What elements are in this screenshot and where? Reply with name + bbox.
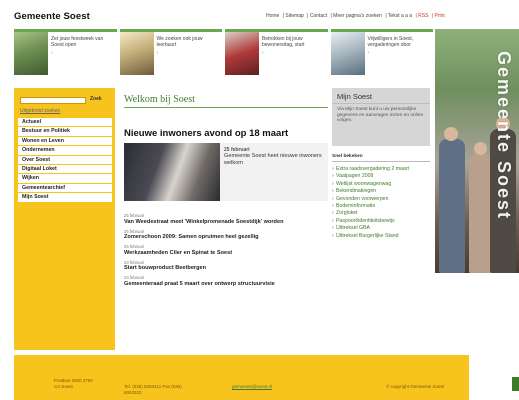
photo-person-head — [474, 142, 487, 155]
news-item[interactable]: 25 februari Werkzaamheden Ciler en Spina… — [124, 244, 328, 257]
footer-copyright: © copyright Gemeente Soest — [386, 384, 444, 389]
quick-link[interactable]: Bekendmakingen — [332, 188, 430, 196]
advanced-search-link[interactable]: Uitgebreid zoeken — [20, 108, 60, 114]
news-list: 25 februari Van Weedestraat meet 'Winkel… — [124, 213, 328, 288]
vertical-banner-title: Gemeente Soest — [494, 51, 514, 221]
news-title[interactable]: Start bouwproduct Beetbergen — [124, 265, 328, 272]
news-item[interactable]: 23 februari Start bouwproduct Beetbergen — [124, 260, 328, 273]
headline[interactable]: Nieuwe inwoners avond op 18 maart — [124, 128, 328, 139]
quick-link[interactable]: Paspoort/identiteitsbewijs — [332, 218, 430, 226]
quick-link[interactable]: Vaalpagen 2009 — [332, 173, 430, 181]
quick-links: Snel bekeken Extra raadsvergadering 2 ma… — [332, 154, 430, 240]
promo-text: We zoeken ook jouw leerbuurt — [156, 36, 203, 48]
side-banner-photo: Gemeente Soest — [435, 29, 519, 273]
news-item[interactable]: 25 februari Van Weedestraat meet 'Winkel… — [124, 213, 328, 226]
quick-link[interactable]: Gevonden voorwerpen — [332, 196, 430, 204]
news-item[interactable]: 23 februari Gemeenteraad praat 5 maart o… — [124, 275, 328, 288]
mijn-soest-box[interactable]: Mijn Soest Via Mijn Soest kunt u uw pers… — [332, 88, 430, 146]
search-row: Zoek — [20, 96, 112, 104]
menu-item-gemeentearchief[interactable]: Gemeentearchief — [18, 184, 112, 194]
menu-item-digitaal-loket[interactable]: Digitaal Loket — [18, 165, 112, 175]
footer-address: Postbus 2000 3760 CA Soest — [54, 378, 93, 389]
promo-card[interactable]: Zet jouw feestweek van Soest open › — [14, 29, 117, 75]
quick-link[interactable]: Zorgloket — [332, 210, 430, 218]
mijn-soest-title[interactable]: Mijn Soest — [332, 88, 430, 104]
nav-contact[interactable]: | Contact — [307, 13, 327, 19]
menu-item-mijn-soest[interactable]: Mijn Soest — [18, 193, 112, 203]
nav-sitemap[interactable]: | Sitemap — [283, 13, 304, 19]
promo-text: Vrijwilligers in Soest, vergaderingen do… — [367, 36, 414, 48]
promo-image — [330, 32, 365, 75]
menu-item-over-soest[interactable]: Over Soest — [18, 156, 112, 165]
menu-item-wonen[interactable]: Wonen en Leven — [18, 137, 112, 147]
quick-links-heading: Snel bekeken — [332, 154, 430, 162]
top-nav: Home | Sitemap | Contact | Meer pagina's… — [266, 13, 447, 19]
footer-email-link[interactable]: gemeente@soest.nl — [232, 384, 292, 390]
quick-link[interactable]: Extra raadsvergadering 2 maart — [332, 166, 430, 174]
main-content: Welkom bij Soest Nieuwe inwoners avond o… — [124, 94, 328, 291]
menu-item-wijken[interactable]: Wijken — [18, 174, 112, 184]
search-button[interactable]: Zoek — [90, 96, 102, 102]
menu-item-bestuur[interactable]: Bestuur en Politiek — [18, 127, 112, 137]
photo-person-head — [444, 127, 458, 141]
photo-person — [439, 139, 465, 273]
promo-image — [225, 32, 259, 75]
edge-marker — [512, 377, 519, 391]
nav-search-pages[interactable]: | Meer pagina's zoeken — [330, 13, 381, 19]
main-menu: Actueel Bestuur en Politiek Wonen en Lev… — [18, 118, 112, 203]
promo-text: Betrokken bij jouw bewonersdag, start — [262, 36, 305, 48]
promo-card[interactable]: Vrijwilligers in Soest, vergaderingen do… — [330, 29, 433, 75]
menu-item-ondernemen[interactable]: Ondernemen — [18, 146, 112, 156]
nav-home[interactable]: Home — [266, 13, 279, 19]
promo-link[interactable]: › — [368, 50, 431, 56]
quick-link[interactable]: Bodeminformatie — [332, 203, 430, 211]
header: Gemeente Soest Home | Sitemap | Contact … — [0, 0, 519, 28]
promo-link[interactable]: › — [262, 50, 325, 56]
promo-card[interactable]: We zoeken ook jouw leerbuurt › — [119, 29, 222, 75]
nav-rss[interactable]: | RSS — [415, 13, 428, 19]
news-title[interactable]: Van Weedestraat meet 'Winkelpromenade So… — [124, 219, 328, 226]
nav-print[interactable]: | Print — [432, 13, 445, 19]
promo-link[interactable]: › — [157, 50, 220, 56]
news-title[interactable]: Werkzaamheden Ciler en Spinat te Soest — [124, 250, 328, 257]
menu-item-actueel[interactable]: Actueel — [18, 118, 112, 128]
footer: Postbus 2000 3760 CA Soest Tel. (035) 60… — [14, 355, 469, 400]
page-title: Welkom bij Soest — [124, 94, 328, 108]
news-item[interactable]: 25 februari Zomerschoon 2009: Samen opru… — [124, 229, 328, 242]
quick-link[interactable]: Uittreksel GBA — [332, 225, 430, 233]
promo-card[interactable]: Betrokken bij jouw bewonersdag, start › — [225, 29, 328, 75]
promo-strip: Zet jouw feestweek van Soest open › We zo… — [14, 29, 433, 75]
promo-image — [119, 32, 154, 75]
feature-photo — [124, 143, 220, 201]
feature-text[interactable]: Gemeente Soest heet nieuwe inwoners welk… — [224, 153, 324, 167]
quick-link[interactable]: Uittreksel Burgerlijke Stand — [332, 233, 430, 241]
search-input[interactable] — [20, 97, 86, 104]
promo-image — [14, 32, 48, 75]
footer-phone: Tel. (035) 6093411 Fax (035) 6093333 — [124, 384, 182, 395]
left-navigation: Zoek Uitgebreid zoeken Actueel Bestuur e… — [14, 88, 115, 350]
nav-text-size[interactable]: | Tekst a a a — [385, 13, 412, 19]
mijn-soest-text: Via Mijn Soest kunt u uw persoonlijke ge… — [337, 107, 424, 124]
news-title[interactable]: Zomerschoon 2009: Samen opruimen heel ge… — [124, 234, 328, 241]
news-title[interactable]: Gemeenteraad praat 5 maart over ontwerp … — [124, 281, 328, 288]
site-logo[interactable]: Gemeente Soest — [14, 11, 90, 22]
feature-news[interactable]: 25 februari Gemeente Soest heet nieuwe i… — [124, 143, 328, 201]
promo-text: Zet jouw feestweek van Soest open — [51, 36, 104, 48]
promo-link[interactable]: › — [51, 50, 114, 56]
right-column: Mijn Soest Via Mijn Soest kunt u uw pers… — [332, 88, 430, 240]
quick-link[interactable]: Wetlijst woonwagenwag — [332, 181, 430, 189]
